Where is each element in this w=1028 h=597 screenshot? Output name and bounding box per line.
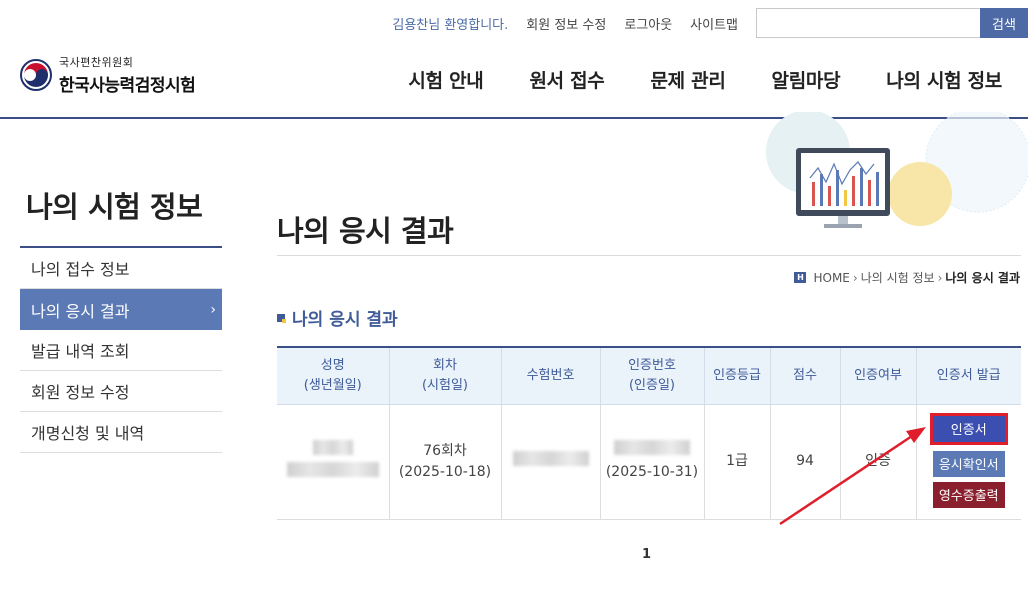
site-logo[interactable]: 국사편찬위원회 한국사능력검정시험: [20, 54, 196, 96]
section-title: 나의 응시 결과: [277, 305, 398, 330]
nav-notice-board[interactable]: 알림마당: [772, 66, 841, 93]
logo-subtitle: 국사편찬위원회: [59, 56, 134, 69]
cell-round: 76회차 (2025-10-18): [389, 404, 502, 520]
main-navigation: 시험 안내 원서 접수 문제 관리 알림마당 나의 시험 정보: [362, 66, 1002, 93]
breadcrumb-current: 나의 응시 결과: [945, 271, 1020, 285]
certificate-button[interactable]: 인증서: [929, 412, 1008, 445]
logo-title: 한국사능력검정시험: [59, 76, 196, 96]
exam-confirmation-button[interactable]: 응시확인서: [932, 450, 1005, 477]
chart-monitor-illustration-icon: [766, 112, 1028, 228]
nav-application[interactable]: 원서 접수: [529, 66, 604, 93]
sitemap-link[interactable]: 사이트맵: [690, 14, 738, 33]
round-value: 76회차: [423, 442, 467, 459]
sidebar-item-label: 발급 내역 조회: [31, 342, 130, 361]
breadcrumb-home[interactable]: HOME: [813, 271, 849, 285]
cell-status: 인증: [840, 404, 917, 520]
header-name: 성명 (생년월일): [277, 347, 390, 405]
page-title: 나의 응시 결과: [277, 214, 454, 248]
sidebar-item-label: 나의 접수 정보: [31, 260, 130, 279]
search-input[interactable]: [756, 8, 980, 38]
receipt-print-button[interactable]: 영수증출력: [932, 481, 1005, 508]
result-table: 성명 (생년월일) 회차 (시험일) 수험번호 인증번호 (인증일) 인증등급 점수 …: [277, 346, 1021, 520]
title-divider: [277, 255, 1021, 256]
table-header-row: 성명 (생년월일) 회차 (시험일) 수험번호 인증번호 (인증일) 인증등급 점수 …: [277, 347, 1021, 405]
section-title-text: 나의 응시 결과: [292, 310, 398, 330]
sidebar-item-label: 개명신청 및 내역: [31, 424, 145, 443]
edit-member-info-link[interactable]: 회원 정보 수정: [526, 14, 606, 33]
section-bullet-icon: [277, 313, 286, 323]
header-status: 인증여부: [840, 347, 917, 405]
nav-question-management[interactable]: 문제 관리: [651, 66, 726, 93]
sidebar-item-label: 회원 정보 수정: [31, 383, 130, 402]
cell-cert-number: (2025-10-31): [600, 404, 705, 520]
breadcrumb: H HOME › 나의 시험 정보 › 나의 응시 결과: [794, 269, 1020, 286]
home-icon[interactable]: H: [794, 272, 807, 283]
chevron-right-icon: ›: [210, 301, 216, 318]
taegeuk-icon: [20, 59, 52, 91]
cell-name: [277, 404, 390, 520]
breadcrumb-separator: ›: [937, 270, 943, 285]
redacted-exam-number: [512, 450, 589, 466]
cell-score: 94: [770, 404, 841, 520]
sidebar-title: 나의 시험 정보: [26, 190, 203, 224]
header-cert-number: 인증번호 (인증일): [600, 347, 705, 405]
breadcrumb-my-exam-info[interactable]: 나의 시험 정보: [861, 269, 935, 286]
cell-grade: 1급: [704, 404, 771, 520]
table-row: 76회차 (2025-10-18) (2025-10-31) 1급 94 인증 …: [277, 404, 1021, 520]
pagination-current-page[interactable]: 1: [642, 547, 651, 562]
header-score: 점수: [770, 347, 841, 405]
sidebar-item-my-registration[interactable]: 나의 접수 정보: [20, 248, 222, 289]
sidebar-item-label: 나의 응시 결과: [31, 301, 130, 321]
redacted-birthdate: [286, 461, 379, 477]
logout-link[interactable]: 로그아웃: [624, 14, 672, 33]
header-grade: 인증등급: [704, 347, 771, 405]
cell-exam-number: [501, 404, 601, 520]
cert-date-value: (2025-10-31): [605, 464, 699, 480]
cell-cert-issue: 인증서 응시확인서 영수증출력: [916, 404, 1021, 520]
header-exam-number: 수험번호: [501, 347, 601, 405]
exam-date-value: (2025-10-18): [398, 463, 492, 480]
nav-exam-guide[interactable]: 시험 안내: [408, 66, 483, 93]
breadcrumb-separator: ›: [852, 270, 858, 285]
nav-my-exam-info[interactable]: 나의 시험 정보: [886, 66, 1002, 93]
sidebar-item-edit-member-info[interactable]: 회원 정보 수정: [20, 371, 222, 412]
sidebar-item-my-results[interactable]: 나의 응시 결과 ›: [20, 289, 222, 330]
utility-bar: 김용찬님 환영합니다. 회원 정보 수정 로그아웃 사이트맵 검색: [392, 8, 1028, 38]
redacted-name: [312, 439, 353, 455]
sidebar-item-issue-history[interactable]: 발급 내역 조회: [20, 330, 222, 371]
redacted-cert-number: [614, 440, 690, 455]
welcome-message: 김용찬님 환영합니다.: [392, 17, 509, 33]
header-cert-issue: 인증서 발급: [916, 347, 1021, 405]
header-round: 회차 (시험일): [389, 347, 502, 405]
search-button[interactable]: 검색: [980, 8, 1028, 38]
sidebar-item-name-change[interactable]: 개명신청 및 내역: [20, 412, 222, 453]
sidebar-menu: 나의 접수 정보 나의 응시 결과 › 발급 내역 조회 회원 정보 수정 개명신…: [20, 246, 222, 453]
